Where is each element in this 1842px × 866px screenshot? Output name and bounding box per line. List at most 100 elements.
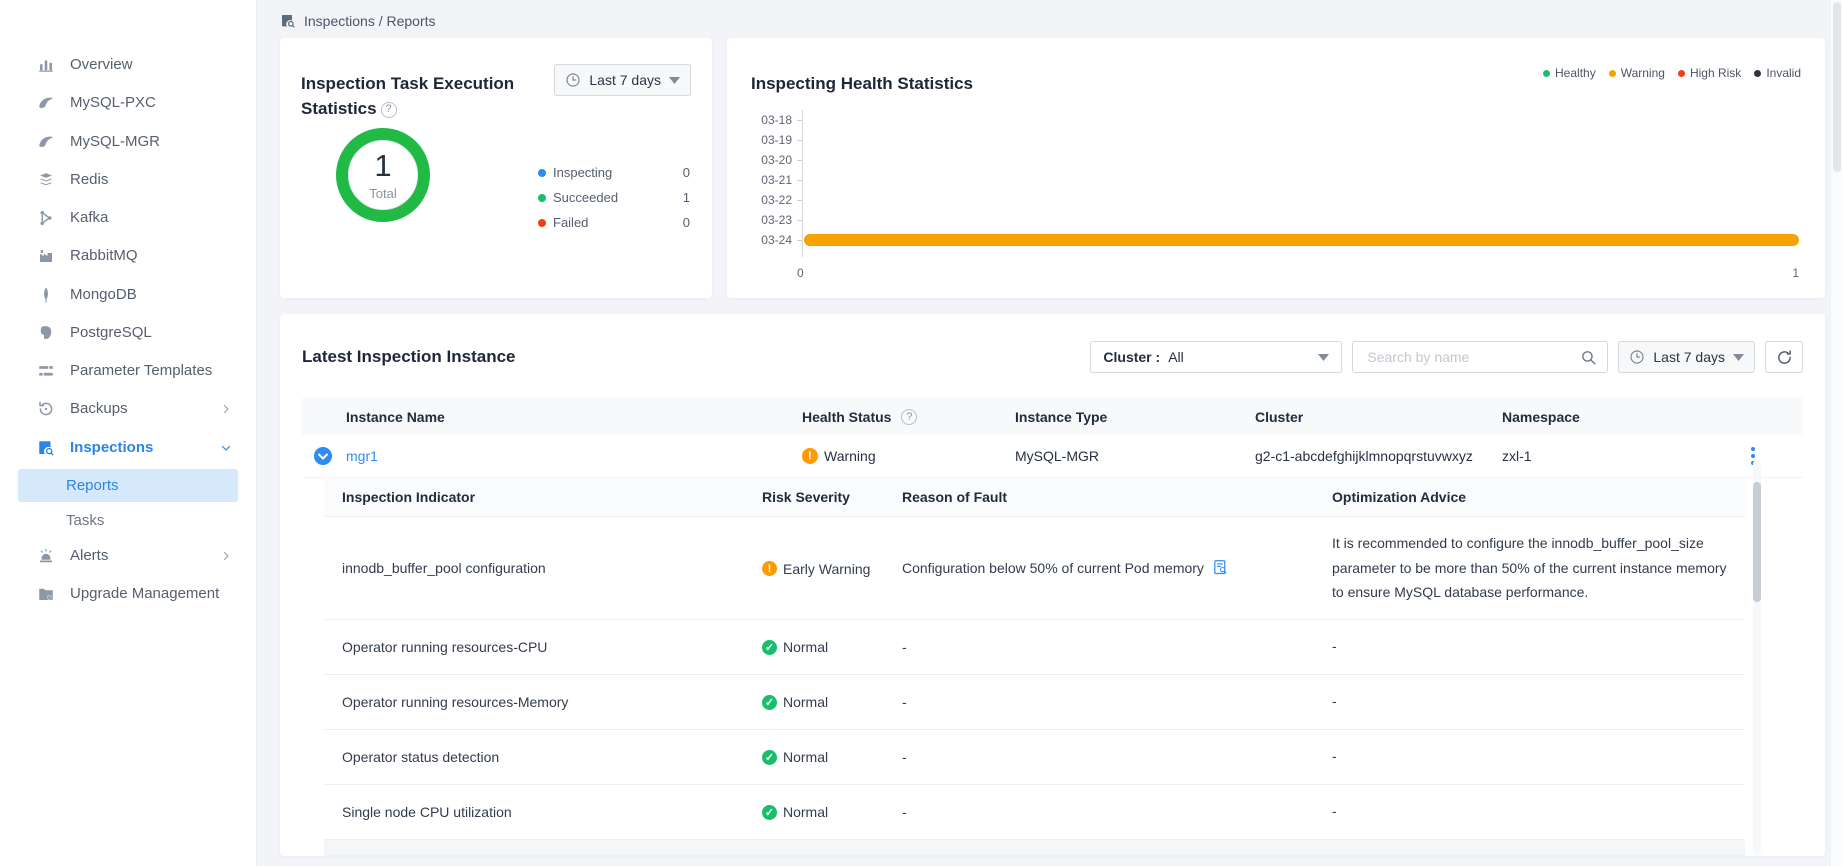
kafka-icon: [37, 209, 55, 227]
risk-severity: ✓Normal: [762, 693, 902, 711]
detail-table-header: Inspection Indicator Risk Severity Reaso…: [324, 478, 1745, 517]
legend-label: Warning: [1621, 66, 1665, 80]
risk-severity: ✓Normal: [762, 638, 902, 656]
health-bar-chart: 03-1803-1903-2003-2103-2203-2303-24 0 1: [753, 110, 1799, 280]
search-input[interactable]: [1365, 348, 1580, 366]
sidebar-item-alerts[interactable]: Alerts: [0, 537, 256, 575]
y-tick-label: 03-22: [753, 193, 797, 207]
legend-label: Inspecting: [553, 165, 612, 180]
indicator-name: Operator status detection: [324, 749, 762, 765]
legend-label: High Risk: [1690, 66, 1741, 80]
legend-value: 0: [683, 165, 690, 180]
instance-table: Instance Name Health Status? Instance Ty…: [302, 398, 1803, 856]
optimization-advice: -: [1332, 744, 1745, 769]
detail-scrollbar-thumb[interactable]: [1753, 482, 1761, 602]
report-doc-icon[interactable]: [1212, 559, 1229, 576]
sidebar-item-mysql-mgr[interactable]: MySQL-MGR: [0, 123, 256, 161]
chart-row-03-20: 03-20: [753, 150, 1799, 170]
legend-dot: [538, 194, 546, 202]
health-status-badge: ! Warning: [802, 448, 876, 464]
sidebar-item-redis[interactable]: Redis: [0, 161, 256, 199]
sidebar-item-postgresql[interactable]: PostgreSQL: [0, 314, 256, 352]
inspection-detail-table: Inspection Indicator Risk Severity Reaso…: [324, 478, 1745, 856]
leaf-icon: [37, 286, 55, 304]
sidebar-item-kafka[interactable]: Kafka: [0, 199, 256, 237]
instance-row: mgr1 ! Warning MySQL-MGR g2-c1-abcdefghi…: [302, 435, 1803, 478]
legend-label: Invalid: [1766, 66, 1801, 80]
plot-area: [802, 170, 1799, 190]
sidebar-subitem-reports[interactable]: Reports: [18, 469, 238, 502]
clock-icon: [565, 72, 581, 88]
collapse-row-button[interactable]: [314, 447, 332, 465]
factory-icon: [37, 247, 55, 265]
chart-row-03-24: 03-24: [753, 230, 1799, 250]
breadcrumb[interactable]: Inspections / Reports: [258, 0, 1842, 38]
legend-item-healthy[interactable]: Healthy: [1543, 66, 1596, 80]
sidebar-subitem-tasks[interactable]: Tasks: [0, 504, 256, 537]
search-icon[interactable]: [1580, 349, 1597, 366]
legend-value: 1: [683, 190, 690, 205]
instance-type: MySQL-MGR: [1015, 448, 1255, 464]
page-scrollbar[interactable]: [1830, 0, 1842, 866]
legend-item-high-risk[interactable]: High Risk: [1678, 66, 1741, 80]
early-warning-icon: !: [762, 561, 777, 576]
health-stats-title: Inspecting Health Statistics: [751, 74, 973, 94]
instance-namespace: zxl-1: [1502, 448, 1712, 464]
legend-item-succeeded: Succeeded 1: [538, 190, 690, 205]
sliders-icon: [37, 362, 55, 380]
sidebar-item-label: Upgrade Management: [70, 584, 219, 604]
sidebar-item-label: Backups: [70, 399, 128, 419]
refresh-button[interactable]: [1765, 341, 1803, 373]
donut-chart: 1 Total: [336, 128, 430, 222]
latest-inspection-title: Latest Inspection Instance: [302, 347, 516, 367]
sidebar-item-mongodb[interactable]: MongoDB: [0, 276, 256, 314]
stack-icon: [37, 171, 55, 189]
check-circle-icon: ✓: [762, 640, 777, 655]
indicator-name: Operator running resources-Memory: [324, 694, 762, 710]
sidebar-item-mysql-pxc[interactable]: MySQL-PXC: [0, 84, 256, 122]
chevron-down-icon: [220, 442, 238, 454]
search-box: [1352, 341, 1608, 373]
cluster-filter-select[interactable]: Cluster : All: [1090, 341, 1342, 373]
instance-cluster: g2-c1-abcdefghijklmnopqrstuvwxyz: [1255, 448, 1502, 464]
sidebar-item-backups[interactable]: Backups: [0, 390, 256, 428]
latest-time-filter[interactable]: Last 7 days: [1618, 341, 1755, 373]
instance-name-link[interactable]: mgr1: [346, 448, 378, 464]
x-tick-max: 1: [1792, 266, 1799, 280]
page-scrollbar-thumb[interactable]: [1833, 2, 1841, 172]
chart-row-03-22: 03-22: [753, 190, 1799, 210]
sidebar-item-overview[interactable]: Overview: [0, 46, 256, 84]
donut-total-label: Total: [369, 186, 396, 201]
help-icon[interactable]: ?: [381, 102, 397, 118]
breadcrumb-text: Inspections / Reports: [304, 13, 436, 29]
instance-table-header: Instance Name Health Status? Instance Ty…: [302, 398, 1803, 435]
sidebar-item-label: Alerts: [70, 546, 108, 566]
reason-of-fault: -: [902, 804, 1332, 820]
task-stats-time-filter[interactable]: Last 7 days: [554, 64, 691, 96]
sidebar: OverviewMySQL-PXCMySQL-MGRRedisKafkaRabb…: [0, 0, 257, 866]
reason-of-fault: -: [902, 694, 1332, 710]
chevron-right-icon: [220, 403, 238, 415]
bar-warning[interactable]: [804, 234, 1799, 246]
legend-item-warning[interactable]: Warning: [1609, 66, 1665, 80]
restore-icon: [37, 400, 55, 418]
sidebar-item-parameter-templates[interactable]: Parameter Templates: [0, 352, 256, 390]
latest-inspection-card: Latest Inspection Instance Cluster : All: [280, 314, 1825, 856]
chart-row-03-21: 03-21: [753, 170, 1799, 190]
task-stats-legend: Inspecting0Succeeded1Failed0: [538, 165, 690, 240]
legend-item-invalid[interactable]: Invalid: [1754, 66, 1801, 80]
detail-scrollbar[interactable]: [1753, 460, 1761, 856]
legend-dot: [1754, 70, 1761, 77]
y-tick-label: 03-24: [753, 233, 797, 247]
folder-gear-icon: [37, 585, 55, 603]
sidebar-item-inspections[interactable]: Inspections: [0, 429, 256, 467]
reason-of-fault: -: [902, 639, 1332, 655]
optimization-advice: -: [1332, 799, 1745, 824]
sidebar-item-label: PostgreSQL: [70, 323, 152, 343]
caret-down-icon: [669, 77, 680, 84]
sidebar-item-rabbitmq[interactable]: RabbitMQ: [0, 237, 256, 275]
help-icon[interactable]: ?: [901, 409, 917, 425]
sidebar-item-upgrade-management[interactable]: Upgrade Management: [0, 575, 256, 613]
health-stats-legend: Healthy Warning High Risk Invalid: [1543, 66, 1801, 80]
legend-label: Succeeded: [553, 190, 618, 205]
